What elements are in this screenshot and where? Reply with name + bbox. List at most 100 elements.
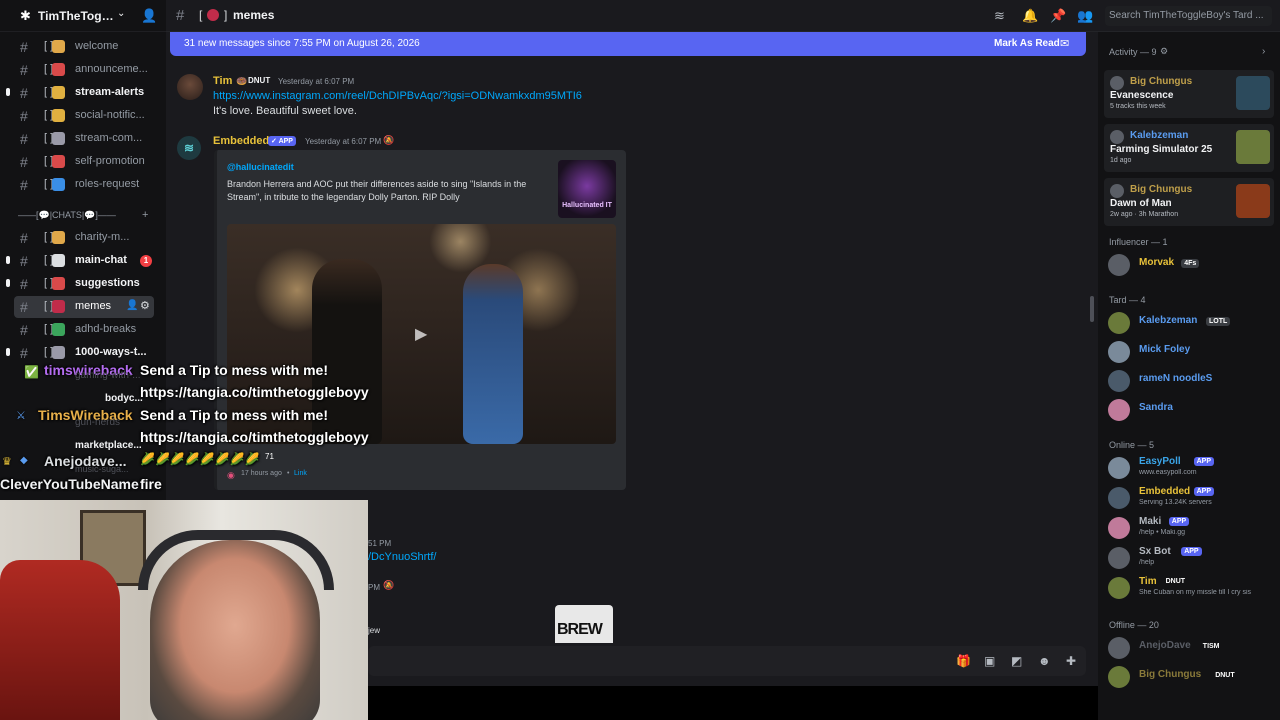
- gear-icon[interactable]: ⚙: [1160, 46, 1168, 57]
- member-item[interactable]: Maki APP/help • Maki.gg: [1108, 515, 1276, 543]
- channel-bracket: [: [199, 8, 203, 22]
- member-item[interactable]: AnejoDave TISM: [1108, 635, 1276, 663]
- member-badge: DNUT: [1165, 578, 1186, 585]
- video-figure-woman: [463, 264, 523, 444]
- hash-icon: #: [20, 177, 28, 193]
- activity-card[interactable]: Big Chungus Dawn of Man 2w ago · 3h Marath…: [1104, 178, 1274, 226]
- member-item[interactable]: Kalebzeman LOTL: [1108, 310, 1276, 338]
- member-avatar: [1108, 666, 1130, 688]
- sidebar-item-adhd-breaks[interactable]: #[ ] adhd-breaks: [0, 319, 166, 341]
- sidebar-item-suggestions[interactable]: #[ ] suggestions: [0, 273, 166, 295]
- crown-icon: ♛: [2, 456, 12, 468]
- sidebar-item-main-chat[interactable]: #[ ] main-chat 1: [0, 250, 166, 272]
- member-item[interactable]: Morvak 4Fs: [1108, 252, 1276, 280]
- sidebar-item-gaming[interactable]: gaming-with-...: [75, 370, 141, 381]
- channel-hash-icon: #: [176, 7, 185, 24]
- gear-icon[interactable]: ⚙: [140, 299, 150, 312]
- add-member-icon[interactable]: 👤: [126, 300, 138, 311]
- activity-game: Evanescence: [1110, 90, 1174, 101]
- activity-thumbnail: [1236, 184, 1270, 218]
- embed-author[interactable]: @hallucinatedit: [227, 162, 294, 172]
- member-item[interactable]: Sx Bot APP/help: [1108, 545, 1276, 573]
- app-tag: APP: [1193, 487, 1214, 496]
- member-item[interactable]: Sandra: [1108, 397, 1276, 425]
- sidebar-item-stream-alerts[interactable]: #[ ] stream-alerts: [0, 82, 166, 104]
- unread-indicator: [6, 88, 10, 96]
- mark-as-read-button[interactable]: Mark As Read: [994, 38, 1060, 49]
- member-badge: 4Fs: [1181, 259, 1200, 268]
- message-link[interactable]: https://www.instagram.com/reel/DchDIPBvA…: [213, 90, 582, 102]
- hash-icon: #: [20, 299, 28, 315]
- tim-avatar[interactable]: [177, 74, 203, 100]
- channel-emoji-icon: [52, 86, 65, 99]
- overlay-chat-message: Send a Tip to mess with me!: [140, 362, 329, 378]
- embedded-bot-avatar[interactable]: ≋: [177, 136, 201, 160]
- member-name: rameN noodleS: [1139, 373, 1213, 384]
- hash-icon: #: [20, 322, 28, 338]
- activity-card[interactable]: Big Chungus Evanescence 5 tracks this week: [1104, 70, 1274, 118]
- search-input[interactable]: [1105, 6, 1273, 25]
- embed-thumbnail[interactable]: Hallucinated IT: [558, 160, 616, 218]
- sidebar-item-roles-request[interactable]: #[ ] roles-request: [0, 174, 166, 196]
- hash-icon: #: [20, 154, 28, 170]
- member-item[interactable]: Big Chungus DNUT: [1108, 664, 1276, 692]
- hash-icon: #: [20, 39, 28, 55]
- add-channel-icon[interactable]: +: [142, 209, 148, 221]
- member-list-icon[interactable]: 👥: [1077, 8, 1093, 24]
- pinned-messages-icon[interactable]: 📌: [1050, 8, 1066, 24]
- notification-bell-icon[interactable]: 🔔: [1022, 8, 1038, 24]
- member-item[interactable]: Tim DNUT She Cuban on my missle till I cry…: [1108, 575, 1276, 603]
- member-item[interactable]: Embedded APP Serving 13.24K servers: [1108, 485, 1276, 513]
- member-name: Tim: [1139, 576, 1157, 587]
- message-composer[interactable]: 🎁 ▣ ◩ ☻ ✚: [368, 646, 1086, 676]
- sidebar-item-marketplace[interactable]: marketplace...: [75, 440, 142, 451]
- message-timestamp[interactable]: Yesterday at 6:07 PM: [278, 77, 354, 86]
- message-author-name[interactable]: Embedded: [213, 135, 269, 147]
- sidebar-item-music[interactable]: music-suga...: [75, 464, 129, 474]
- invite-people-icon[interactable]: 👤: [141, 8, 157, 24]
- sidebar-item-stream-com[interactable]: #[ ] stream-com...: [0, 128, 166, 150]
- message-author-name[interactable]: Tim: [213, 75, 232, 87]
- member-name: Embedded: [1139, 486, 1191, 497]
- partial-link[interactable]: /DcYnuoShrtf/: [368, 551, 436, 563]
- play-icon[interactable]: ▶: [415, 324, 427, 344]
- gif-icon[interactable]: ▣: [984, 654, 995, 668]
- member-item[interactable]: EasyPoll APP www.easypoll.com: [1108, 455, 1276, 483]
- sidebar-item-announceme[interactable]: #[ ] announceme...: [0, 59, 166, 81]
- message-timestamp[interactable]: Yesterday at 6:07 PM: [305, 137, 381, 146]
- channel-emoji-icon: [52, 346, 65, 359]
- partial-text: jew: [368, 626, 381, 635]
- chevron-right-icon[interactable]: ›: [1262, 46, 1265, 57]
- user-avatar: [1110, 130, 1124, 144]
- sidebar-item-memes[interactable]: #[ ] memes 👤 ⚙: [14, 296, 154, 318]
- embed-footer-link[interactable]: Link: [294, 470, 307, 477]
- member-name: Maki: [1139, 516, 1162, 527]
- member-status: www.easypoll.com: [1139, 469, 1197, 476]
- channel-emoji-icon: [52, 40, 65, 53]
- sidebar-item-welcome[interactable]: #[ ] welcome: [0, 36, 166, 58]
- partial-thumbnail[interactable]: BREW: [555, 605, 613, 643]
- mark-read-icon[interactable]: ✉: [1060, 37, 1069, 50]
- activity-card[interactable]: Kalebzeman Farming Simulator 25 1d ago: [1104, 124, 1274, 172]
- sidebar-item-self-promotion[interactable]: #[ ] self-promotion: [0, 151, 166, 173]
- mention-badge: 1: [140, 255, 152, 267]
- hash-icon: #: [20, 276, 28, 292]
- sticker-icon[interactable]: ◩: [1011, 654, 1022, 668]
- member-avatar: [1108, 637, 1130, 659]
- gift-icon[interactable]: 🎁: [956, 654, 971, 668]
- member-item[interactable]: Mick Foley: [1108, 339, 1276, 367]
- channel-bracket-close: ]: [224, 8, 228, 22]
- emoji-icon[interactable]: ☻: [1038, 654, 1051, 668]
- threads-icon[interactable]: ≋: [994, 8, 1005, 24]
- message-scrollbar[interactable]: [1090, 296, 1094, 322]
- sidebar-item-bodycam[interactable]: bodyc...: [105, 393, 143, 404]
- member-item[interactable]: rameN noodleS: [1108, 368, 1276, 396]
- sidebar-item-1000-ways-t[interactable]: #[ ] 1000-ways-t...: [0, 342, 166, 364]
- apps-icon[interactable]: ✚: [1066, 654, 1076, 668]
- sidebar-item-social-notific[interactable]: #[ ] social-notific...: [0, 105, 166, 127]
- search-box[interactable]: [1105, 6, 1273, 26]
- sidebar-item-charity-m[interactable]: #[ ] charity-m...: [0, 227, 166, 249]
- sidebar-item-gun-nerds[interactable]: gun-nerds: [75, 417, 120, 428]
- server-header[interactable]: ✱ TimTheToggle... ⌄ 👤: [0, 0, 166, 32]
- new-messages-bar[interactable]: 31 new messages since 7:55 PM on August …: [170, 32, 1086, 56]
